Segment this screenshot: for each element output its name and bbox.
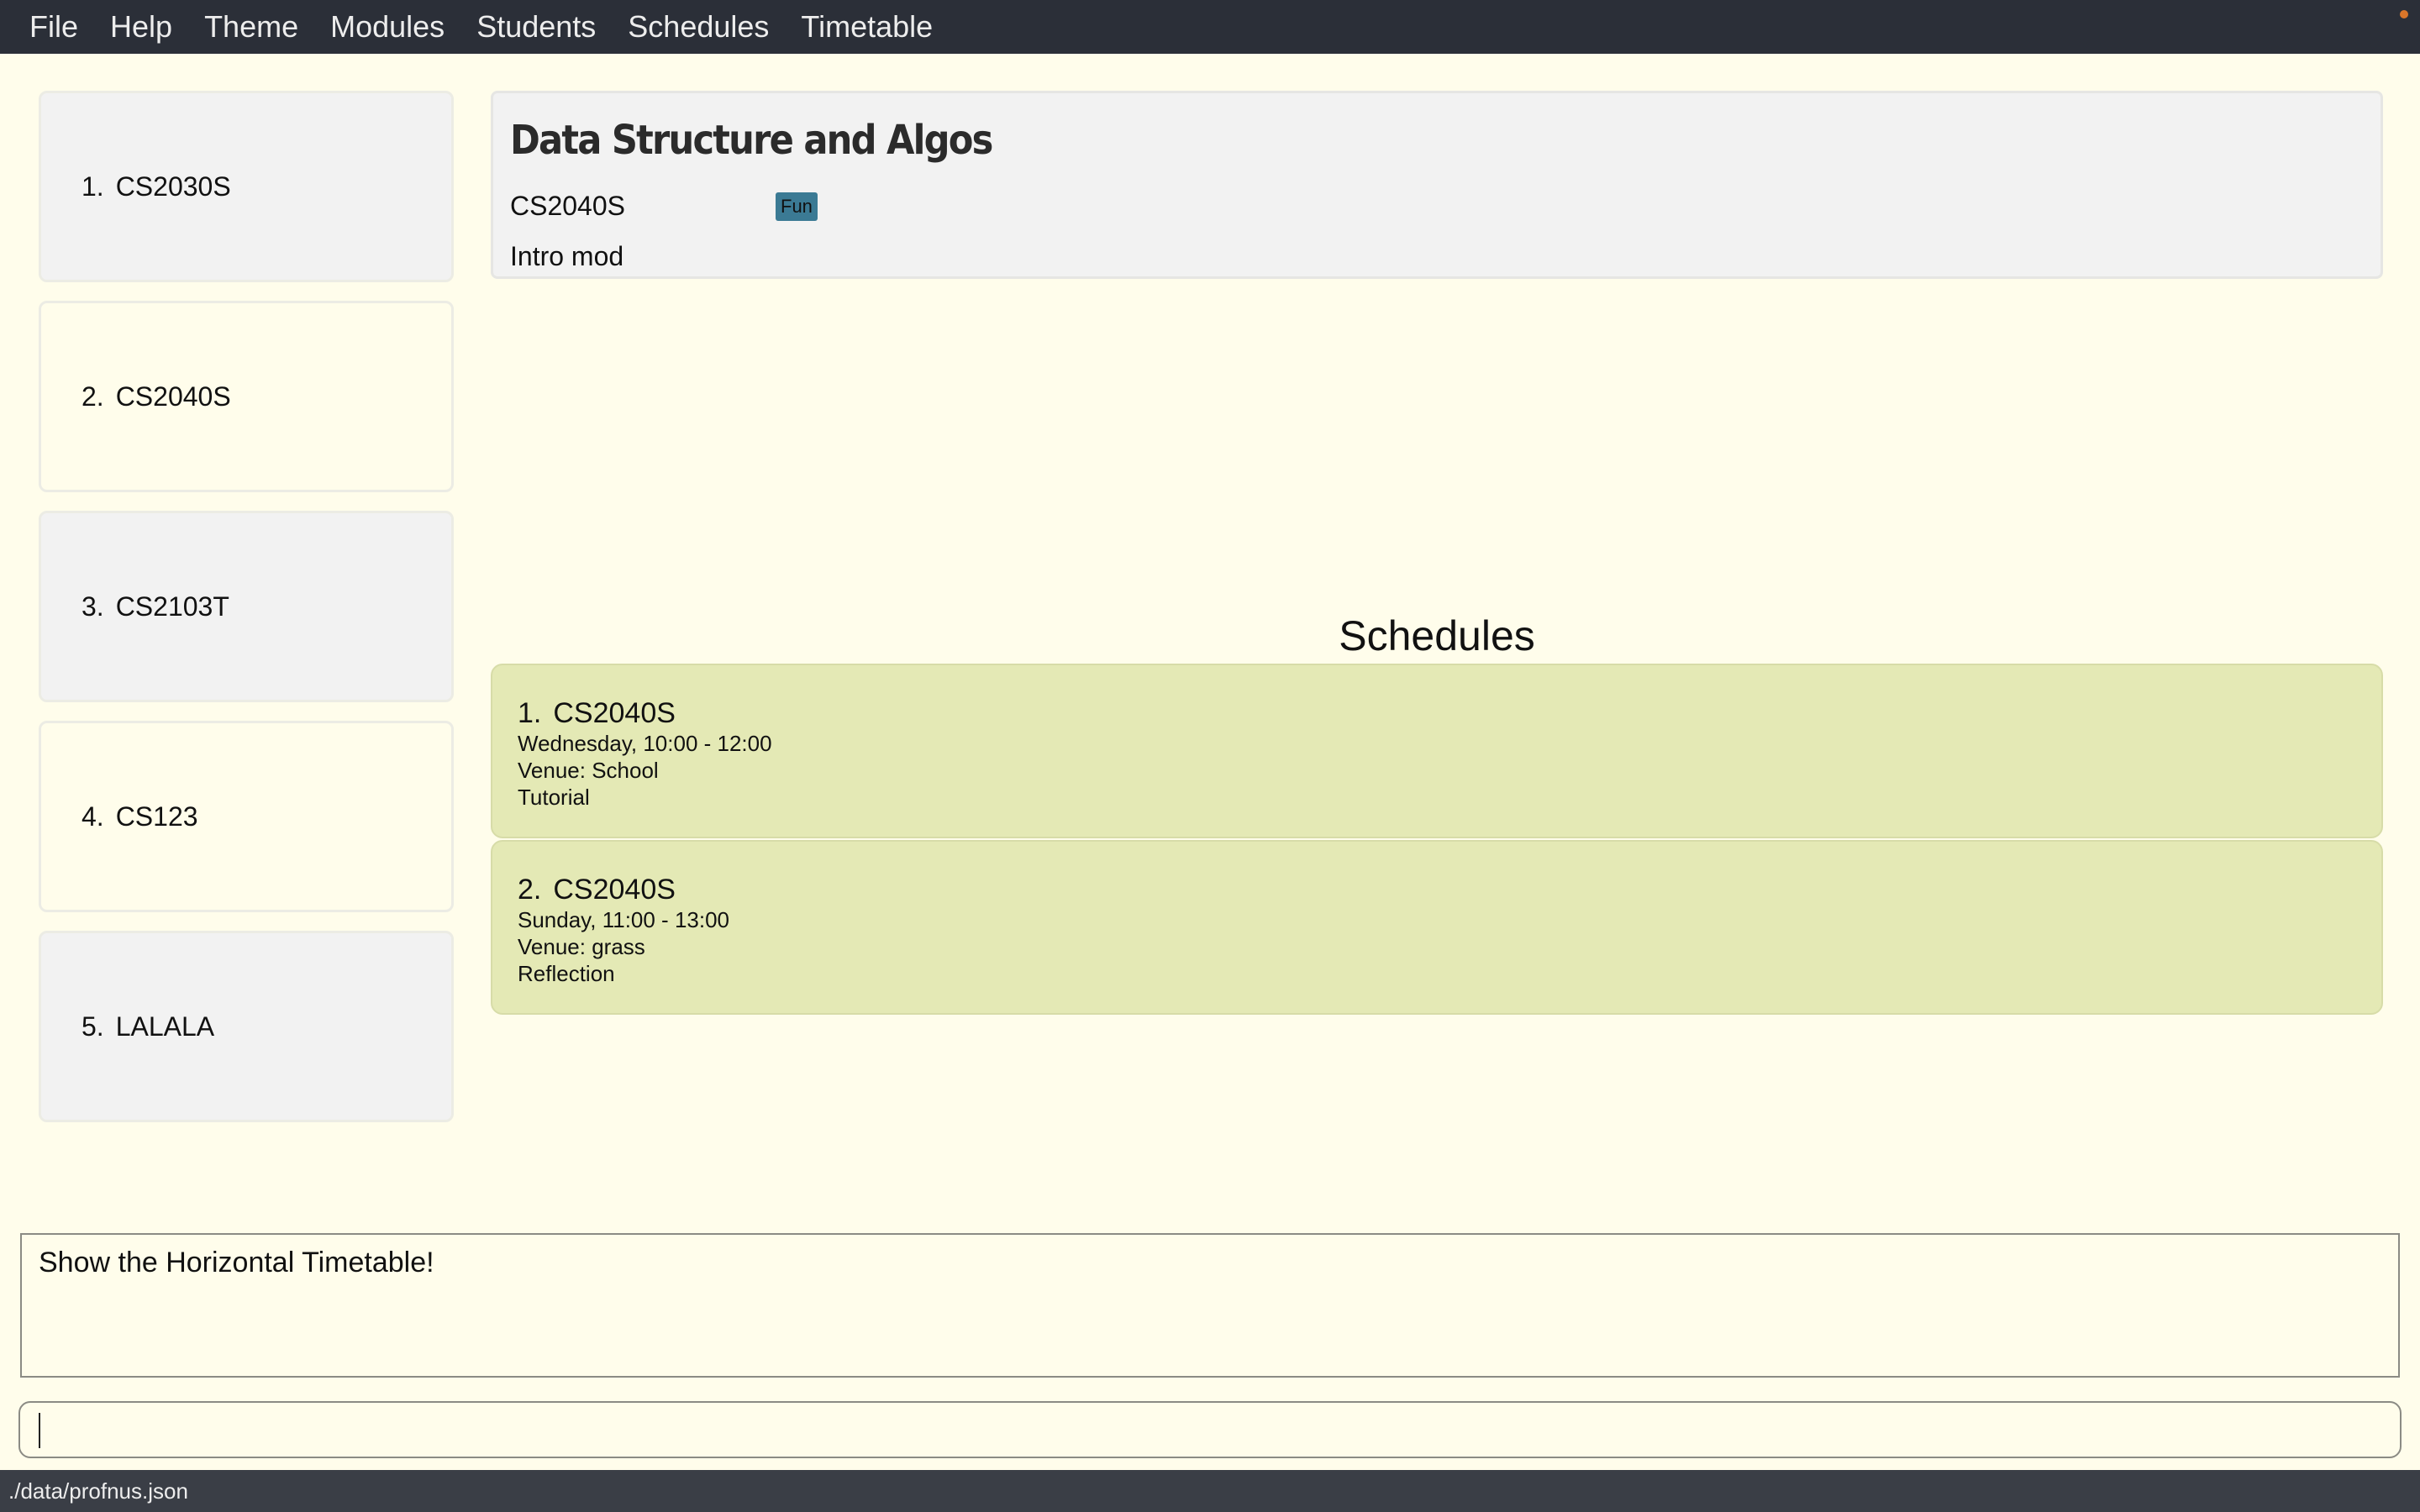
schedule-venue: Venue: School bbox=[518, 758, 659, 783]
module-code: CS123 bbox=[115, 801, 198, 832]
menu-modules[interactable]: Modules bbox=[314, 0, 460, 54]
schedule-venue: Venue: grass bbox=[518, 934, 645, 959]
schedule-code: CS2040S bbox=[553, 874, 676, 906]
schedule-index: 1. bbox=[518, 697, 542, 729]
module-card[interactable]: 2. CS2040S bbox=[39, 301, 454, 492]
schedules-heading: Schedules bbox=[1339, 612, 1535, 659]
module-card[interactable]: 5. LALALA bbox=[39, 931, 454, 1122]
schedule-time: Wednesday, 10:00 - 12:00 bbox=[518, 731, 772, 756]
module-detail-card: Data Structure and Algos CS2040S Fun Int… bbox=[491, 91, 2383, 279]
module-list: 1. CS2030S 2. CS2040S 3. CS2103T 4. CS12… bbox=[39, 91, 454, 1141]
module-tag-badge: Fun bbox=[776, 192, 818, 221]
module-code: CS2030S bbox=[115, 171, 231, 202]
module-index: 3. bbox=[82, 591, 104, 622]
module-code: CS2103T bbox=[115, 591, 229, 622]
menu-theme[interactable]: Theme bbox=[188, 0, 314, 54]
module-card[interactable]: 3. CS2103T bbox=[39, 511, 454, 702]
module-index: 1. bbox=[82, 171, 104, 202]
schedule-code: CS2040S bbox=[553, 697, 676, 729]
text-caret bbox=[39, 1413, 40, 1448]
module-index: 4. bbox=[82, 801, 104, 832]
module-detail-description: Intro mod bbox=[510, 241, 624, 271]
menu-timetable[interactable]: Timetable bbox=[785, 0, 949, 54]
schedule-card[interactable]: 2. CS2040S Sunday, 11:00 - 13:00 Venue: g… bbox=[491, 840, 2383, 1015]
module-code: LALALA bbox=[115, 1011, 215, 1042]
module-index: 2. bbox=[82, 381, 104, 412]
status-bar-file-path: ./data/profnus.json bbox=[8, 1478, 188, 1504]
schedule-type: Reflection bbox=[518, 961, 615, 986]
module-detail-title: Data Structure and Algos bbox=[510, 117, 993, 164]
status-bar: ./data/profnus.json bbox=[0, 1470, 2420, 1512]
schedule-time: Sunday, 11:00 - 13:00 bbox=[518, 907, 730, 932]
menu-schedules[interactable]: Schedules bbox=[612, 0, 785, 54]
schedule-header: 2. CS2040S bbox=[518, 874, 2381, 906]
menu-students[interactable]: Students bbox=[460, 0, 612, 54]
result-display: Show the Horizontal Timetable! bbox=[20, 1233, 2400, 1378]
module-index: 5. bbox=[82, 1011, 104, 1042]
module-detail-code: CS2040S bbox=[510, 191, 625, 221]
schedule-index: 2. bbox=[518, 874, 542, 906]
notification-dot-icon bbox=[2400, 10, 2408, 18]
menu-bar: File Help Theme Modules Students Schedul… bbox=[0, 0, 2420, 54]
schedule-header: 1. CS2040S bbox=[518, 697, 2381, 730]
module-card[interactable]: 4. CS123 bbox=[39, 721, 454, 912]
module-card[interactable]: 1. CS2030S bbox=[39, 91, 454, 282]
module-code: CS2040S bbox=[115, 381, 231, 412]
schedule-type: Tutorial bbox=[518, 785, 590, 810]
menu-help[interactable]: Help bbox=[94, 0, 188, 54]
schedule-card[interactable]: 1. CS2040S Wednesday, 10:00 - 12:00 Venue… bbox=[491, 664, 2383, 838]
menu-file[interactable]: File bbox=[13, 0, 94, 54]
command-input[interactable] bbox=[18, 1401, 2402, 1458]
